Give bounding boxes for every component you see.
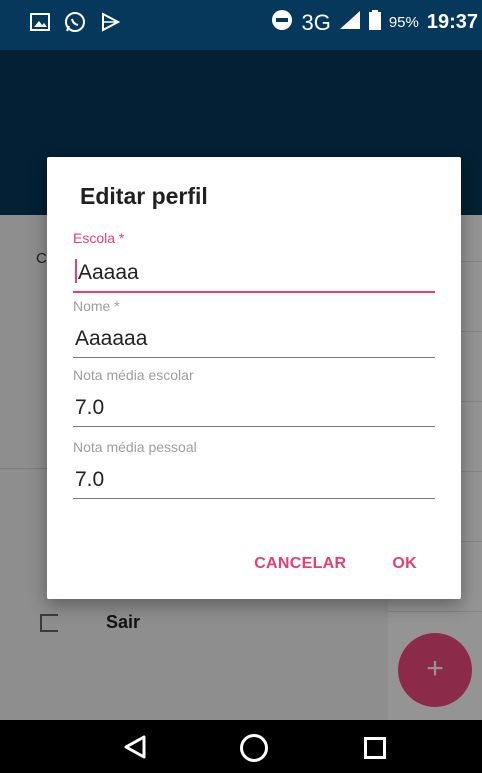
personal-average-field[interactable]: Nota média pessoal 7.0	[73, 439, 435, 499]
recents-icon[interactable]	[364, 737, 386, 759]
status-bar: 3G 95% 19:37	[0, 0, 482, 50]
clock: 19:37	[426, 11, 478, 33]
network-type: 3G	[301, 9, 331, 35]
home-icon[interactable]	[240, 734, 268, 762]
back-icon[interactable]	[124, 735, 146, 764]
ok-button[interactable]: OK	[392, 555, 417, 573]
dialog-actions: CANCELAR OK	[254, 555, 417, 573]
battery-percent: 95%	[388, 14, 419, 31]
edit-profile-dialog: Editar perfil Escola * Aaaaa Nome * Aaaa…	[47, 157, 461, 599]
school-input-value: Aaaaa	[78, 261, 139, 284]
school-input[interactable]: Aaaaa	[73, 259, 435, 293]
cancel-button[interactable]: CANCELAR	[254, 555, 346, 573]
school-average-field[interactable]: Nota média escolar 7.0	[73, 367, 435, 427]
name-field-label: Nome *	[73, 298, 120, 314]
system-navigation-bar	[0, 720, 482, 773]
do-not-disturb-icon	[271, 9, 293, 36]
dialog-title: Editar perfil	[80, 183, 208, 209]
school-average-input[interactable]: 7.0	[73, 396, 435, 427]
school-field[interactable]: Escola * Aaaaa	[73, 230, 435, 293]
school-field-label: Escola *	[73, 230, 125, 246]
name-field[interactable]: Nome * Aaaaaa	[73, 298, 435, 358]
play-store-icon	[100, 12, 121, 37]
personal-average-input[interactable]: 7.0	[73, 468, 435, 499]
school-average-label: Nota média escolar	[73, 367, 194, 383]
battery-icon	[368, 10, 381, 35]
whatsapp-icon	[64, 11, 86, 38]
screen: 3G 95% 19:37 DA C Sair +	[0, 0, 482, 773]
status-left-icons	[30, 11, 121, 38]
name-input[interactable]: Aaaaaa	[73, 327, 435, 358]
signal-icon	[339, 10, 361, 35]
text-cursor	[75, 259, 77, 283]
image-icon	[30, 13, 50, 36]
personal-average-label: Nota média pessoal	[73, 439, 197, 455]
status-right-icons: 3G 95% 19:37	[271, 9, 478, 36]
